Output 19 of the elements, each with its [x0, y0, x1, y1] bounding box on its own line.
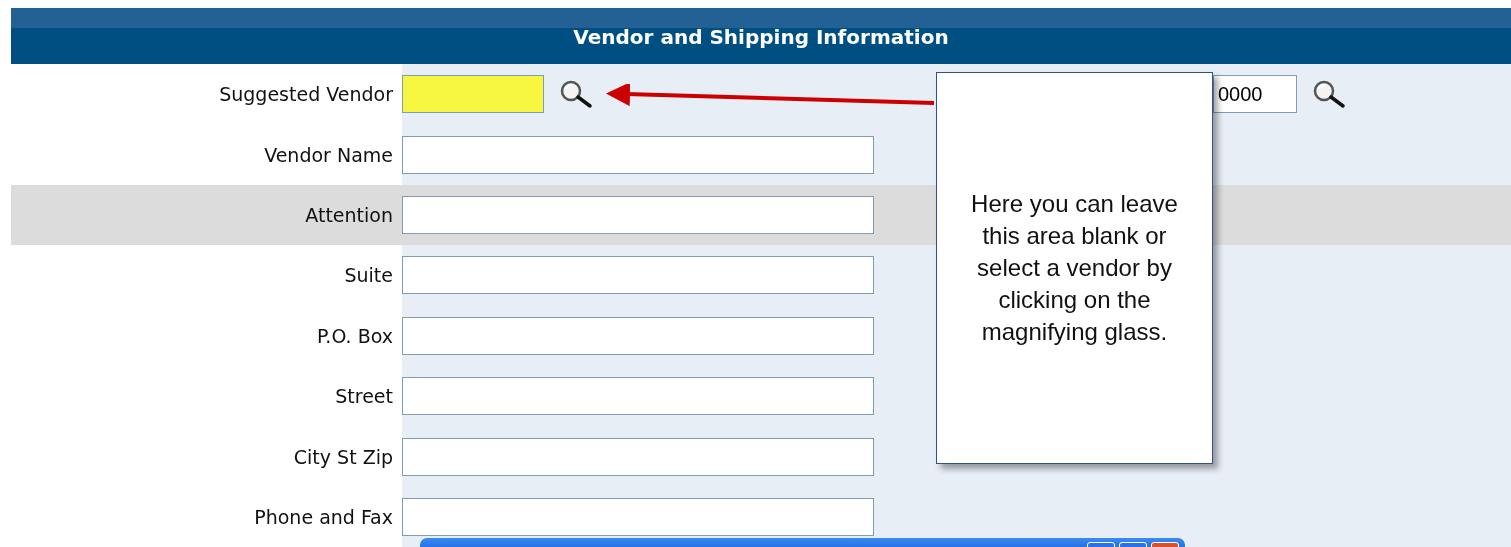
field-label: Vendor Name [264, 143, 393, 166]
input-field[interactable] [402, 195, 874, 234]
input-field[interactable] [402, 75, 544, 114]
input-field[interactable]: 0000 [1213, 75, 1297, 114]
input-field[interactable] [402, 377, 874, 416]
field-label: Suggested Vendor [219, 83, 393, 106]
input-field[interactable] [402, 497, 874, 536]
input-field[interactable] [402, 316, 874, 355]
field-label: Street [335, 385, 393, 408]
field-label: City St Zip [293, 445, 393, 468]
input-field[interactable] [402, 135, 874, 174]
field-label: P.O. Box [316, 324, 393, 347]
field-label: Suite [344, 264, 393, 287]
callout-text: Here you can leave this area blank or select a vendor by clicking on the magnifying glass. [970, 189, 1179, 347]
field-label: Phone and Fax [254, 505, 393, 528]
section-title: Vendor and Shipping Information [573, 25, 949, 49]
input-field[interactable] [402, 437, 874, 476]
input-field[interactable] [402, 256, 874, 295]
field-label: Attention [305, 203, 393, 226]
